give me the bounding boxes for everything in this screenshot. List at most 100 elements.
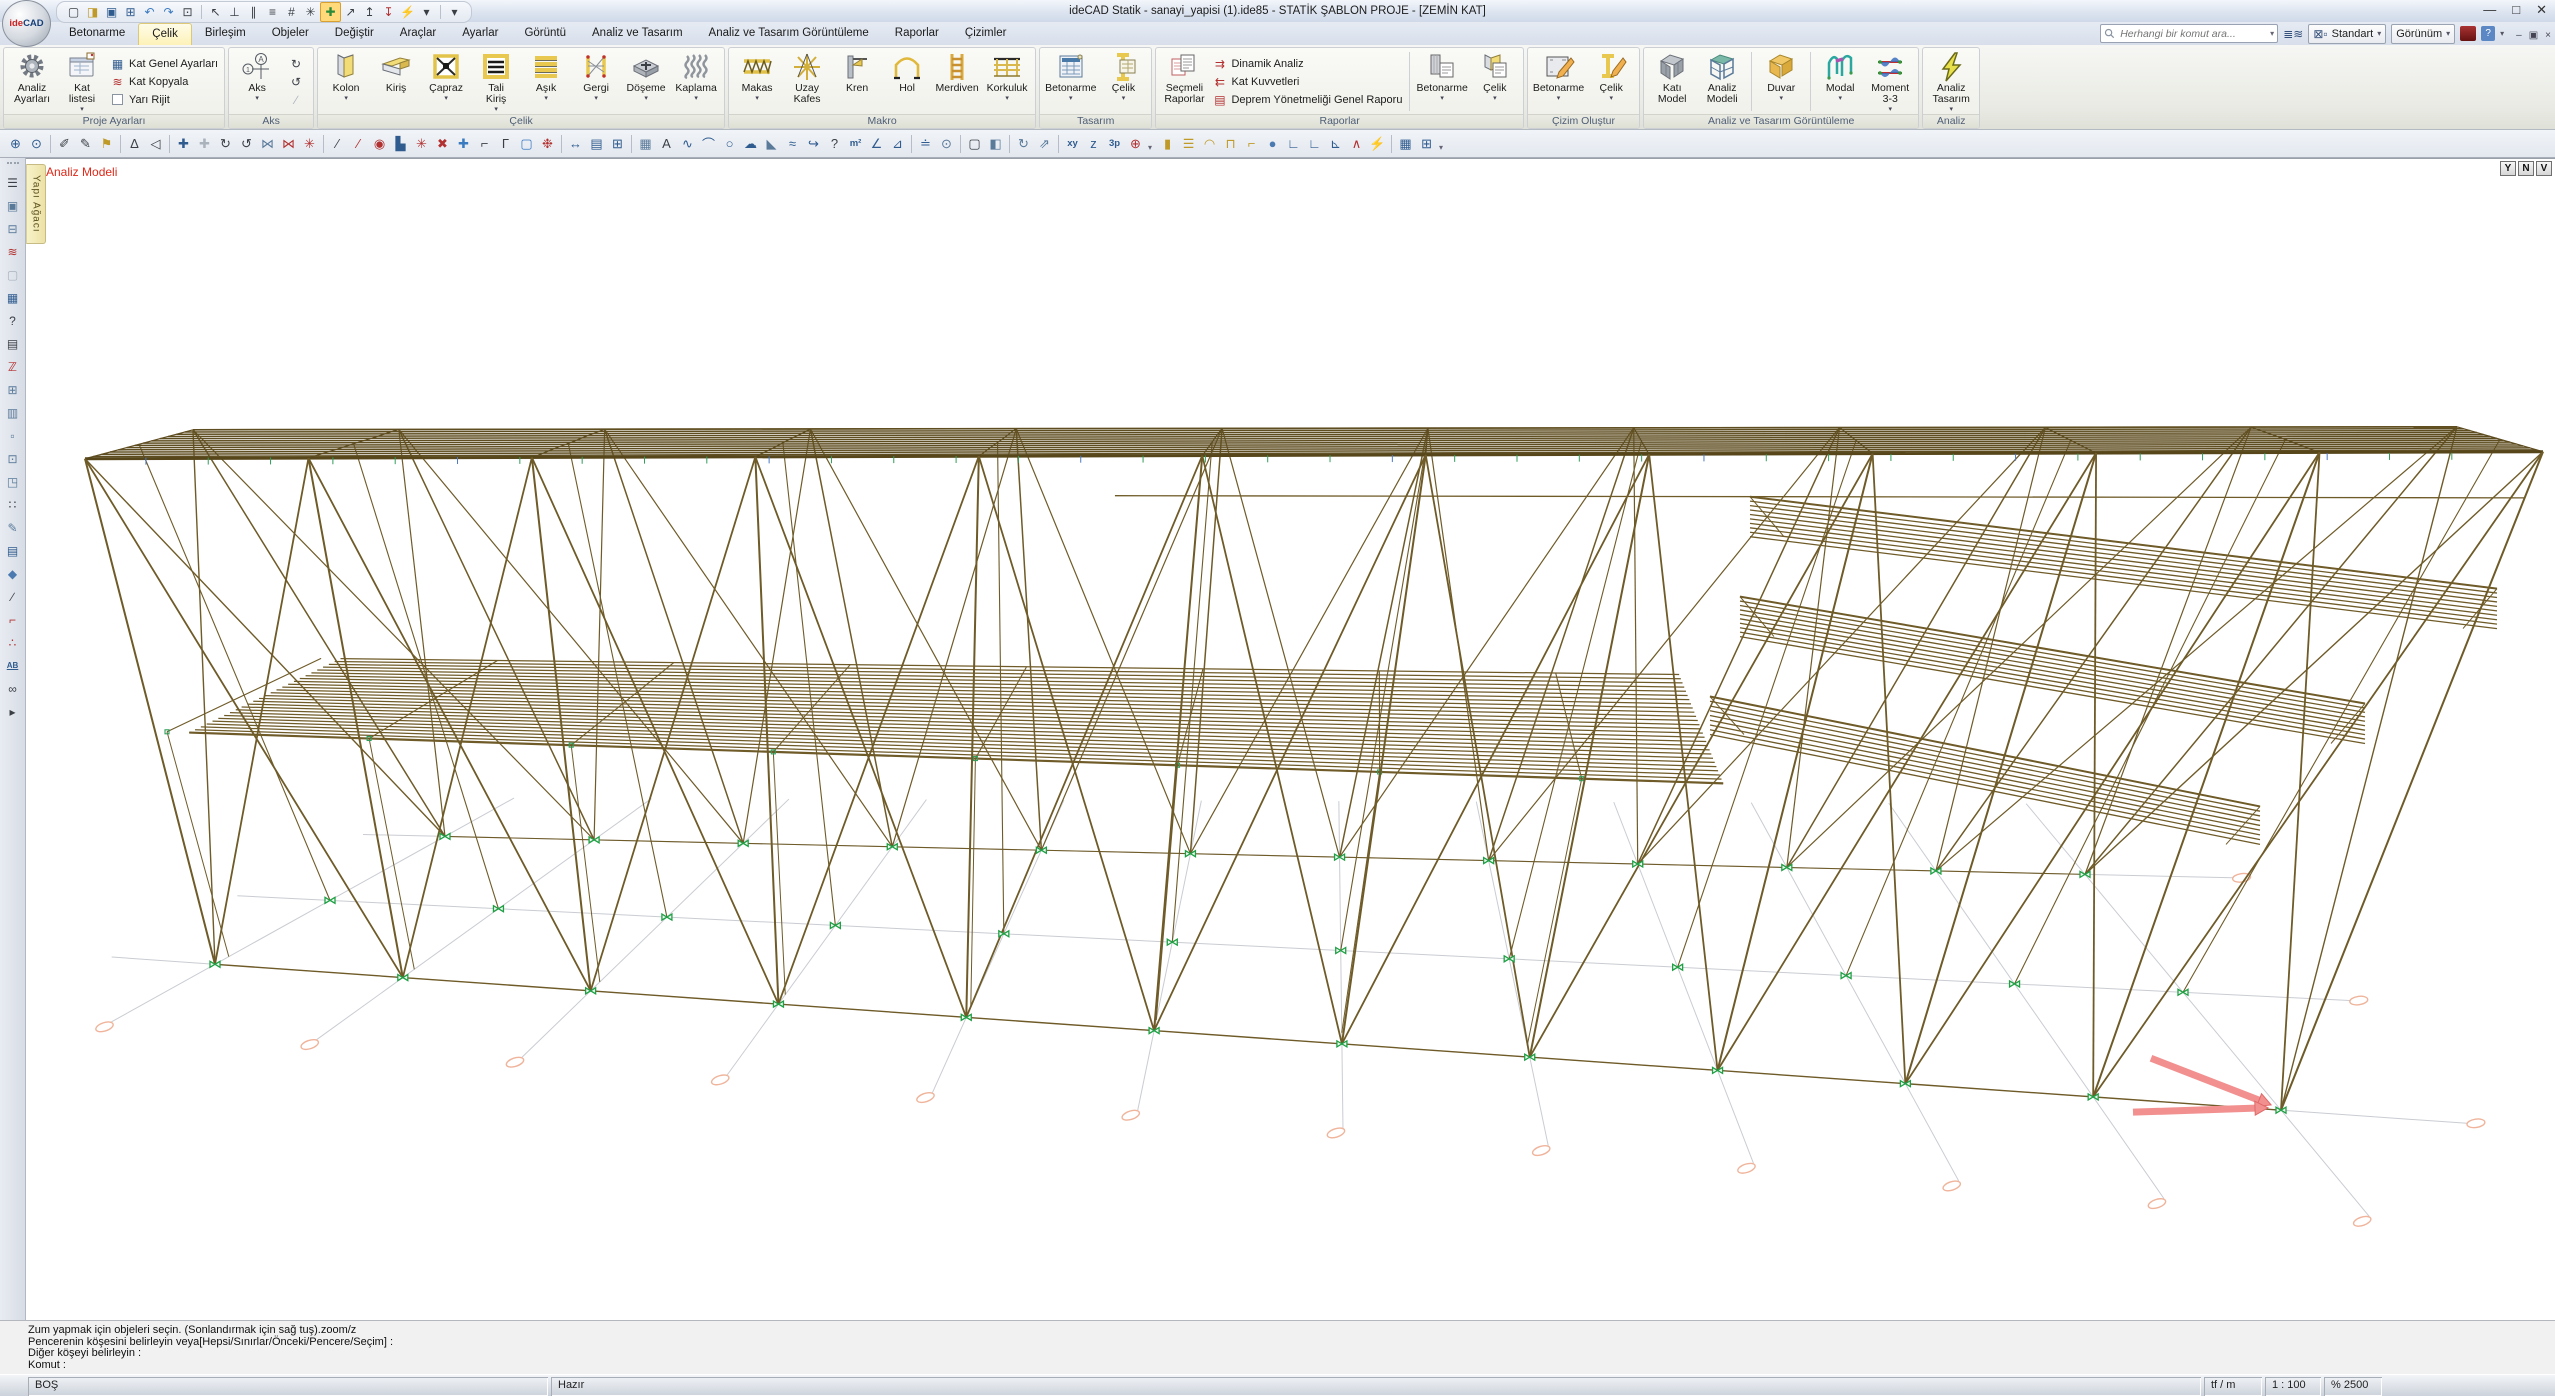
tool-level-mark-button[interactable]: ≐: [915, 133, 936, 155]
tool-table-edit-button[interactable]: ▦: [1395, 133, 1416, 155]
tab-analiz-ve-tasarım[interactable]: Analiz ve Tasarım: [579, 22, 696, 45]
qat-redo-button[interactable]: ↷: [159, 3, 178, 21]
ribbon-button-rapor-betonarme[interactable]: Betonarme▾: [1414, 49, 1469, 114]
qat-save-all-button[interactable]: ⊞: [121, 3, 140, 21]
sidebar-report-doc-button[interactable]: ▤: [2, 332, 23, 355]
toolbar-overflow-icon[interactable]: ▾: [1439, 143, 1443, 152]
command-search-input[interactable]: [2118, 27, 2267, 41]
tool-spline-button[interactable]: ∿: [677, 133, 698, 155]
qat-save-button[interactable]: ▣: [102, 3, 121, 21]
view-combo[interactable]: Görünüm ▾: [2391, 24, 2455, 44]
tab-birleşim[interactable]: Birleşim: [192, 22, 259, 45]
tab-analiz-ve-tasarım-görüntüleme[interactable]: Analiz ve Tasarım Görüntüleme: [696, 22, 882, 45]
ribbon-item-kat-kuvvetleri[interactable]: ⇇Kat Kuvvetleri: [1212, 73, 1402, 90]
tab-betonarme[interactable]: Betonarme: [56, 22, 138, 45]
tool-area-mm2-button[interactable]: ⊿: [887, 133, 908, 155]
qat-undo-button[interactable]: ↶: [140, 3, 159, 21]
tab-araçlar[interactable]: Araçlar: [387, 22, 449, 45]
sidebar-solids-button[interactable]: ◆: [2, 562, 23, 585]
ribbon-button-hol[interactable]: Hol: [882, 49, 932, 114]
qat-new-file-button[interactable]: ▢: [64, 3, 83, 21]
ribbon-button-tasarim-betonarme[interactable]: Betonarme▾: [1043, 49, 1098, 114]
ribbon-button-gergi[interactable]: Gergi▾: [571, 49, 621, 114]
help-dropdown-icon[interactable]: ▾: [2500, 29, 2504, 38]
tool-array-button[interactable]: ✳: [299, 133, 320, 155]
tool-table-view-button[interactable]: ⊞: [1416, 133, 1437, 155]
style-combo[interactable]: ⊠▫ Standart ▾: [2308, 24, 2386, 44]
sidebar-shapes-3d-button[interactable]: ◳: [2, 470, 23, 493]
command-prompt[interactable]: Komut :: [28, 1360, 2555, 1372]
tool-dimension-button[interactable]: ↔: [565, 133, 586, 155]
tool-area-m2-button[interactable]: m²: [845, 133, 866, 155]
qat-perpendicular-button[interactable]: ⊥: [225, 3, 244, 21]
qat-snap-toggle-button[interactable]: ✚: [320, 2, 341, 22]
qat-node-move-button[interactable]: ↖: [206, 3, 225, 21]
ribbon-button-uzay-kafes[interactable]: Uzay Kafes: [782, 49, 832, 114]
tool-tile-windows-button[interactable]: ◧: [985, 133, 1006, 155]
sidebar-diagonal-line-button[interactable]: ∕: [2, 585, 23, 608]
qat-quick-run-button[interactable]: ⚡: [398, 3, 417, 21]
tool-ucs-3d-button[interactable]: ⇗: [1034, 133, 1055, 155]
tool-stairs-button[interactable]: ☰: [1178, 133, 1199, 155]
sidebar-library-button[interactable]: ▤: [2, 539, 23, 562]
tool-polyline-button[interactable]: ≈: [782, 133, 803, 155]
tool-query-button[interactable]: ?: [824, 133, 845, 155]
tool-rotate-button[interactable]: ↻: [215, 133, 236, 155]
mdi-restore-button[interactable]: ▣: [2529, 30, 2538, 41]
tool-select-window-button[interactable]: ▢: [516, 133, 537, 155]
sidebar-copy-pages-button[interactable]: ⊞: [2, 378, 23, 401]
model-viewport[interactable]: Analiz Modeli YNV: [26, 158, 2555, 1320]
tool-chart-interactive-button[interactable]: ⊾: [1325, 133, 1346, 155]
tool-text-button[interactable]: A: [656, 133, 677, 155]
tool-object-stats-button[interactable]: ▙: [390, 133, 411, 155]
ribbon-button-cizim-betonarme[interactable]: Betonarme▾: [1531, 49, 1586, 114]
ribbon-button-cizim-celik[interactable]: Çelik▾: [1586, 49, 1636, 114]
tool-zoom-realtime-button[interactable]: ⊙: [26, 133, 47, 155]
sidebar-grip[interactable]: [7, 162, 19, 167]
status-cell-1100[interactable]: 1 : 100: [2265, 1377, 2321, 1396]
qat-insert-column-button[interactable]: ↧: [379, 3, 398, 21]
tool-angle-measure-button[interactable]: ∠: [866, 133, 887, 155]
layers-icon[interactable]: ≋: [2293, 27, 2303, 41]
ribbon-icon-aks-dondur-ccw[interactable]: ↺: [285, 73, 307, 90]
ribbon-button-doseme[interactable]: Döşeme▾: [621, 49, 671, 114]
tool-infill-panel-button[interactable]: ●: [1262, 133, 1283, 155]
tab-objeler[interactable]: Objeler: [259, 22, 322, 45]
tool-arc-button[interactable]: ⌒: [698, 133, 719, 155]
ribbon-button-capraz[interactable]: Çapraz▾: [421, 49, 471, 114]
ribbon-button-analiz-ayarlari[interactable]: Analiz Ayarları: [7, 49, 57, 114]
tool-chamfer-button[interactable]: Γ: [495, 133, 516, 155]
sidebar-point-set-button[interactable]: ∷: [2, 493, 23, 516]
analysis-model-wireframe[interactable]: [26, 159, 2555, 1320]
ribbon-button-analiz-tasarim[interactable]: Analiz Tasarım▾: [1926, 49, 1976, 114]
mdi-minimize-button[interactable]: –: [2516, 30, 2522, 41]
checkbox-unchecked[interactable]: [112, 94, 123, 105]
sidebar-paste-options-button[interactable]: ▢: [2, 263, 23, 286]
layer-list-icon[interactable]: ≣: [2283, 27, 2293, 41]
ribbon-button-kren[interactable]: Kren: [832, 49, 882, 114]
ribbon-item-yari-rijit[interactable]: Yarı Rijit: [110, 91, 218, 108]
tool-orbit-3d-button[interactable]: ↻: [1013, 133, 1034, 155]
ribbon-button-secmeli-raporlar[interactable]: Seçmeli Raporlar: [1159, 49, 1209, 114]
tool-table-grid-button[interactable]: ⊞: [607, 133, 628, 155]
ribbon-button-kat-listesi[interactable]: Kat listesi▾: [57, 49, 107, 114]
tool-dome-button[interactable]: ◠: [1199, 133, 1220, 155]
tool-new-window-button[interactable]: ▢: [964, 133, 985, 155]
tool-axis-bell-button[interactable]: ⊓: [1220, 133, 1241, 155]
tool-cloud-button[interactable]: ☁: [740, 133, 761, 155]
tool-weld-button[interactable]: ◉: [369, 133, 390, 155]
tool-mirror-delete-button[interactable]: ⋈: [278, 133, 299, 155]
tool-edit-pencil-button[interactable]: ✎: [75, 133, 96, 155]
tool-chart-p-button[interactable]: ∟: [1304, 133, 1325, 155]
ribbon-button-kaplama[interactable]: Kaplama▾: [671, 49, 721, 114]
tool-visibility-button[interactable]: ⊙: [936, 133, 957, 155]
sidebar-polar-corner-button[interactable]: ⌐: [2, 608, 23, 631]
sidebar-report-list-button[interactable]: ☰: [2, 171, 23, 194]
render-icon[interactable]: [2460, 26, 2476, 41]
sidebar-copy-storey-up-button[interactable]: ≋: [2, 240, 23, 263]
minimize-button[interactable]: —: [2483, 0, 2496, 20]
sidebar-storey-copy-button[interactable]: ℤ: [2, 355, 23, 378]
ribbon-item-dinamik-analiz[interactable]: ⇉Dinamik Analiz: [1212, 55, 1402, 72]
ribbon-button-duvar[interactable]: Duvar▾: [1756, 49, 1806, 114]
tool-coord-xy-button[interactable]: xy: [1062, 133, 1083, 155]
